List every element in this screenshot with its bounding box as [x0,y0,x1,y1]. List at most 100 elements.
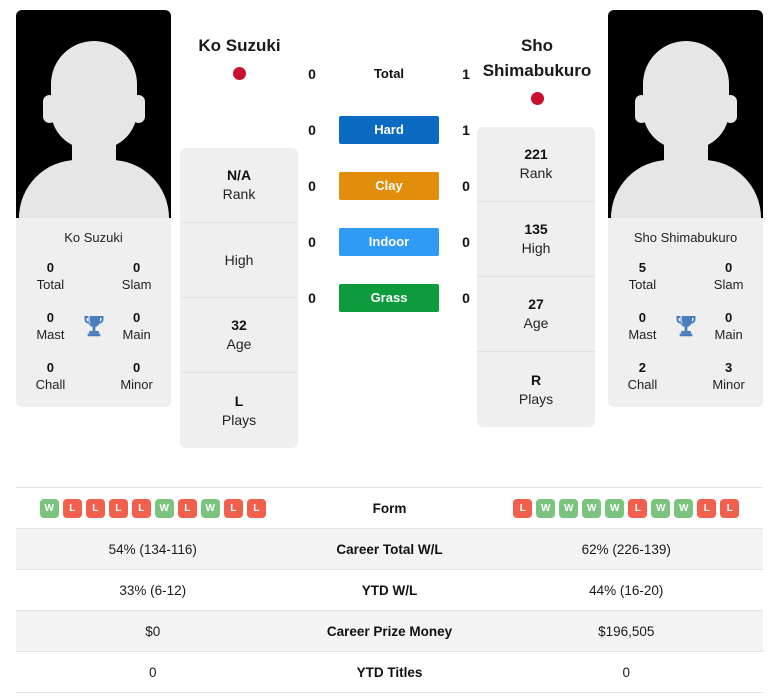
stat-value: 2 [638,360,647,375]
player-right-card: Sho Shimabukuro 5 Total 0 Slam 0 Mast 0 … [608,10,763,407]
player-right-titles-card: Sho Shimabukuro 5 Total 0 Slam 0 Mast 0 … [608,218,763,407]
stat-label: Chall [627,377,658,392]
stat-main: 0 Main [700,309,757,343]
info-row-high: 135 High [477,202,595,277]
comparison-stats-table: W L L L L W L W L L Form L W W W W L W W L L 54% (134-116) Car… [16,487,763,693]
form-badge-w[interactable]: W [536,498,556,518]
form-badge-w[interactable]: W [605,498,625,518]
h2h-surface-label[interactable]: Clay [339,172,439,200]
player-left-name: Ko Suzuki [198,36,281,55]
form-badge-w[interactable]: W [582,498,602,518]
table-cell-right: 0 [622,664,630,680]
table-row: $0 Career Prize Money $196,505 [16,611,763,652]
stat-minor: 0 Minor [108,359,165,393]
stat-label: Minor [120,377,153,392]
player-left-info-card: N/A Rank High 32 Age L Plays [180,148,298,448]
stat-slam: 0 Slam [700,259,757,293]
info-label: Rank [519,165,553,181]
h2h-left-count: 0 [308,234,316,250]
h2h-row-total: 0 Total 1 [300,60,478,88]
stat-value: 0 [724,260,733,275]
comparison-header: Ko Suzuki 0 Total 0 Slam 0 Mast 0 Main 0… [0,0,779,480]
form-badge-l[interactable]: L [177,498,197,518]
info-label: High [521,240,551,256]
info-row-rank: N/A Rank [180,148,298,223]
stat-label: Chall [35,377,66,392]
stat-label: Main [714,327,743,342]
info-value: L [234,392,244,409]
player-right-titles-grid: 5 Total 0 Slam 0 Mast 0 Main 2 Chall 3 M… [608,259,763,393]
player-comparison-page: Ko Suzuki 0 Total 0 Slam 0 Mast 0 Main 0… [0,0,779,699]
h2h-left-count: 0 [308,178,316,194]
h2h-row-grass: 0 Grass 0 [300,284,478,312]
player-left-titles-grid: 0 Total 0 Slam 0 Mast 0 Main 0 Chall 0 M… [16,259,171,393]
stat-value: 3 [724,360,733,375]
form-badge-l[interactable]: L [697,498,717,518]
table-cell-left: 0 [148,664,157,680]
form-badge-l[interactable]: L [223,498,243,518]
stat-value: 0 [638,310,647,325]
trophy-icon [79,314,108,338]
info-label: Age [523,315,549,331]
stat-label: Mast [628,327,657,342]
info-row-rank: 221 Rank [477,127,595,202]
form-strip-left: WLLLLWLWLL [16,498,290,518]
stat-label: Minor [712,377,745,392]
player-left-name-header[interactable]: Ko Suzuki [182,33,297,80]
form-badge-w[interactable]: W [154,498,174,518]
info-value: N/A [226,167,252,183]
form-badge-l[interactable]: L [108,498,128,518]
japan-flag-icon [233,67,246,80]
player-right-avatar [608,10,763,218]
form-badge-l[interactable]: L [628,498,648,518]
table-row: W L L L L W L W L L Form L W W W W L W W L L [16,488,763,529]
titles-row: 2 Chall 3 Minor [614,359,757,393]
form-badge-l[interactable]: L [513,498,533,518]
stat-chall: 0 Chall [22,359,79,393]
form-badge-l[interactable]: L [85,498,105,518]
stat-label: Main [122,327,151,342]
form-badge-l[interactable]: L [131,498,151,518]
stat-minor: 3 Minor [700,359,757,393]
h2h-surface-label[interactable]: Grass [339,284,439,312]
form-badge-l[interactable]: L [720,498,740,518]
player-right-name-line2: Shimabukuro [482,61,592,80]
h2h-right-count: 1 [462,122,470,138]
stat-mast: 0 Mast [22,309,79,343]
stat-chall: 2 Chall [614,359,671,393]
stat-label: Total [36,277,65,292]
form-badge-w[interactable]: W [200,498,220,518]
stat-value: 0 [46,360,55,375]
info-value: 135 [524,221,548,237]
h2h-row-clay: 0 Clay 0 [300,172,478,200]
form-badge-w[interactable]: W [674,498,694,518]
stat-mast: 0 Mast [614,309,671,343]
table-row-label: Career Total W/L [336,541,443,557]
player-left-avatar [16,10,171,218]
info-value: 221 [524,146,548,162]
h2h-right-count: 0 [462,234,470,250]
info-label: High [224,251,254,268]
h2h-left-count: 0 [308,290,316,306]
form-badge-l[interactable]: L [62,498,82,518]
player-right-card-name: Sho Shimabukuro [633,230,738,245]
form-badge-w[interactable]: W [559,498,579,518]
info-row-age: 32 Age [180,298,298,373]
stat-label: Slam [121,277,152,292]
form-badge-l[interactable]: L [246,498,266,518]
h2h-surface-label[interactable]: Indoor [339,228,439,256]
stat-value: 0 [46,260,55,275]
table-row: 33% (6-12) YTD W/L 44% (16-20) [16,570,763,611]
player-left-card-name: Ko Suzuki [64,230,123,245]
table-cell-left: WLLLLWLWLL [16,498,290,518]
player-left-card: Ko Suzuki 0 Total 0 Slam 0 Mast 0 Main 0… [16,10,171,407]
player-right-name-header[interactable]: Sho Shimabukuro [478,33,596,105]
form-badge-w[interactable]: W [651,498,671,518]
player-right-info-card: 221 Rank 135 High 27 Age R Plays [477,127,595,427]
h2h-surface-label[interactable]: Hard [339,116,439,144]
h2h-right-count: 1 [462,66,470,82]
form-strip-right: LWWWWLWWLL [490,498,764,518]
form-badge-w[interactable]: W [39,498,59,518]
table-row: 0 YTD Titles 0 [16,652,763,693]
titles-row: 0 Chall 0 Minor [22,359,165,393]
